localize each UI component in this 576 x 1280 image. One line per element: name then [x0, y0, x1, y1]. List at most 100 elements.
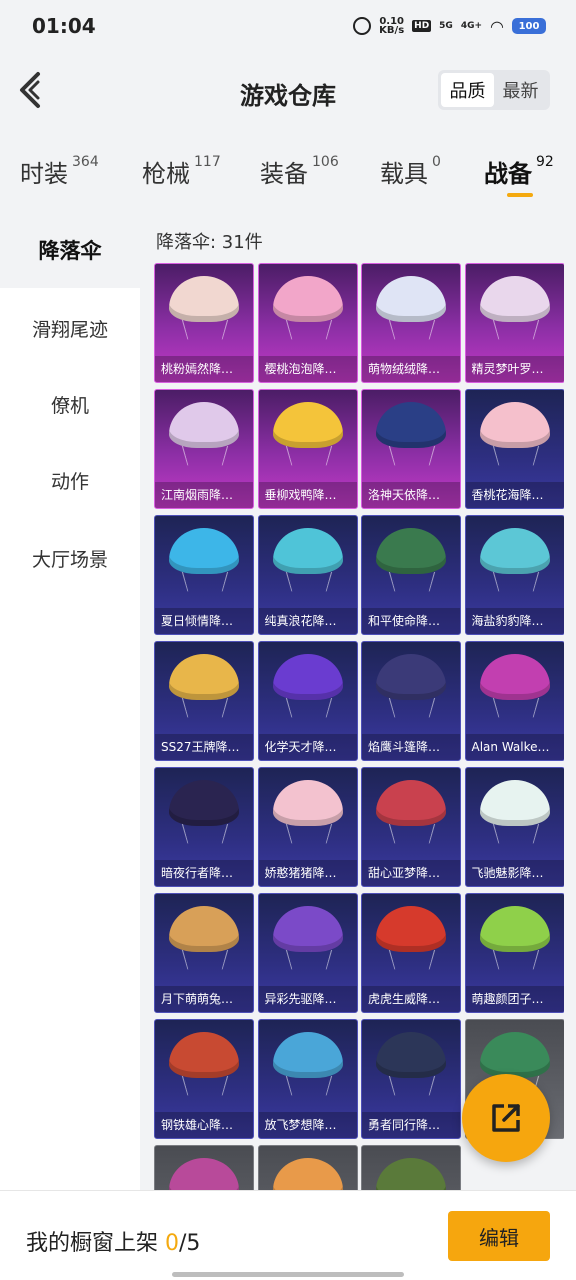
tab-fashion[interactable]: 时装 364 — [20, 154, 99, 198]
parachute-name: 樱桃泡泡降… — [258, 356, 357, 382]
sort-quality-option[interactable]: 品质 — [441, 73, 494, 107]
parachute-image — [169, 402, 239, 448]
parachute-card[interactable]: 桃粉嫣然降… — [154, 263, 254, 383]
parachute-card[interactable]: 娇憨猪猪降… — [257, 767, 358, 887]
parachute-lines — [388, 319, 436, 340]
parachute-image — [169, 1158, 239, 1190]
parachute-image — [479, 906, 550, 952]
tab-count: 364 — [72, 154, 99, 170]
parachute-image — [376, 1158, 446, 1190]
active-tab-indicator — [507, 193, 533, 197]
edit-button[interactable]: 编辑 — [448, 1211, 550, 1261]
parachute-card[interactable]: 萌趣颜团子… — [464, 893, 564, 1013]
parachute-lines — [181, 823, 229, 844]
parachute-lines — [388, 1075, 436, 1096]
parachute-card[interactable]: 夏日倾情降… — [154, 515, 254, 635]
wifi-icon: ◠ — [490, 16, 504, 36]
parachute-lines — [181, 319, 229, 340]
parachute-name: 桃粉嫣然降… — [155, 356, 253, 382]
tab-equipment[interactable]: 装备 106 — [260, 154, 339, 198]
parachute-name: 焰鹰斗篷降… — [362, 734, 460, 760]
sidebar-item-emote[interactable]: 动作 — [0, 442, 140, 518]
parachute-lines — [181, 697, 229, 718]
parachute-name: SS27王牌降… — [155, 734, 253, 760]
parachute-card[interactable]: 月下萌萌兔… — [154, 893, 254, 1013]
parachute-card[interactable]: SS27王牌降… — [154, 641, 254, 761]
parachute-card[interactable] — [154, 1145, 254, 1190]
parachute-card[interactable]: 江南烟雨降… — [154, 389, 254, 509]
parachute-image — [376, 528, 446, 574]
parachute-image — [479, 528, 550, 574]
sidebar-item-parachute[interactable]: 降落伞 — [0, 212, 140, 288]
tab-label: 装备 — [260, 160, 308, 188]
parachute-card[interactable] — [361, 1145, 461, 1190]
parachute-image — [376, 1032, 446, 1078]
parachute-card[interactable]: 樱桃泡泡降… — [257, 263, 358, 383]
parachute-name: Alan Walke… — [465, 734, 564, 760]
tab-count: 106 — [312, 154, 339, 170]
parachute-name: 娇憨猪猪降… — [258, 860, 357, 886]
parachute-card[interactable]: 海盐豹豹降… — [464, 515, 564, 635]
parachute-card[interactable]: 放飞梦想降… — [257, 1019, 358, 1139]
parachute-card[interactable]: 暗夜行者降… — [154, 767, 254, 887]
parachute-lines — [285, 697, 332, 718]
home-indicator — [172, 1272, 404, 1277]
parachute-card[interactable]: 洛神天依降… — [361, 389, 461, 509]
shelf-label: 我的橱窗上架 — [26, 1231, 159, 1256]
sort-toggle: 品质 最新 — [438, 70, 550, 110]
item-count-label: 降落伞: 31件 — [156, 232, 263, 253]
sidebar-item-glide-trail[interactable]: 滑翔尾迹 — [0, 290, 140, 366]
parachute-card[interactable]: 虎虎生威降… — [361, 893, 461, 1013]
parachute-image — [169, 654, 239, 700]
tab-vehicles[interactable]: 载具 0 — [380, 154, 441, 198]
back-arrow-icon — [20, 72, 40, 108]
parachute-lines — [492, 445, 539, 466]
tab-guns[interactable]: 枪械 117 — [142, 154, 221, 198]
parachute-lines — [492, 949, 539, 970]
header: 游戏仓库 品质 最新 — [0, 52, 576, 132]
alarm-icon — [353, 17, 372, 35]
parachute-card[interactable]: 纯真浪花降… — [257, 515, 358, 635]
tab-combat-prep[interactable]: 战备 92 — [484, 154, 554, 198]
signal-5g-icon: 5G — [439, 21, 453, 31]
parachute-image — [479, 780, 550, 826]
parachute-image — [272, 1158, 343, 1190]
parachute-lines — [492, 571, 539, 592]
sidebar-item-lobby-scene[interactable]: 大厅场景 — [0, 520, 140, 596]
status-bar: 01:04 0.10 KB/s HD 5G 4G+ ◠ 100 — [0, 0, 576, 52]
tab-label: 时装 — [20, 160, 68, 188]
parachute-name: 垂柳戏鸭降… — [258, 482, 357, 508]
parachute-card[interactable]: 钢铁雄心降… — [154, 1019, 254, 1139]
parachute-image — [376, 906, 446, 952]
parachute-lines — [181, 445, 229, 466]
parachute-card[interactable]: 甜心亚梦降… — [361, 767, 461, 887]
parachute-name: 放飞梦想降… — [258, 1112, 357, 1138]
parachute-card[interactable]: 勇者同行降… — [361, 1019, 461, 1139]
parachute-card[interactable]: 和平使命降… — [361, 515, 461, 635]
parachute-name: 暗夜行者降… — [155, 860, 253, 886]
parachute-name: 香桃花海降… — [465, 482, 564, 508]
share-button[interactable] — [462, 1074, 550, 1162]
parachute-card[interactable]: 垂柳戏鸭降… — [257, 389, 358, 509]
parachute-card[interactable]: 异彩先驱降… — [257, 893, 358, 1013]
parachute-card[interactable]: Alan Walke… — [464, 641, 564, 761]
parachute-card[interactable]: 萌物绒绒降… — [361, 263, 461, 383]
hd-icon: HD — [412, 20, 432, 32]
status-time: 01:04 — [32, 14, 96, 38]
parachute-card[interactable]: 焰鹰斗篷降… — [361, 641, 461, 761]
parachute-image — [376, 780, 446, 826]
parachute-card[interactable]: 飞驰魅影降… — [464, 767, 564, 887]
shelf-total-count: /5 — [179, 1231, 201, 1256]
tab-count: 117 — [194, 154, 221, 170]
back-button[interactable] — [14, 68, 50, 112]
parachute-name: 钢铁雄心降… — [155, 1112, 253, 1138]
sidebar-item-wingman[interactable]: 僚机 — [0, 366, 140, 442]
parachute-name: 和平使命降… — [362, 608, 460, 634]
parachute-card[interactable]: 精灵梦叶罗… — [464, 263, 564, 383]
parachute-lines — [181, 1075, 229, 1096]
parachute-card[interactable] — [257, 1145, 358, 1190]
sort-newest-option[interactable]: 最新 — [494, 73, 547, 107]
parachute-card[interactable]: 香桃花海降… — [464, 389, 564, 509]
parachute-image — [376, 654, 446, 700]
parachute-card[interactable]: 化学天才降… — [257, 641, 358, 761]
